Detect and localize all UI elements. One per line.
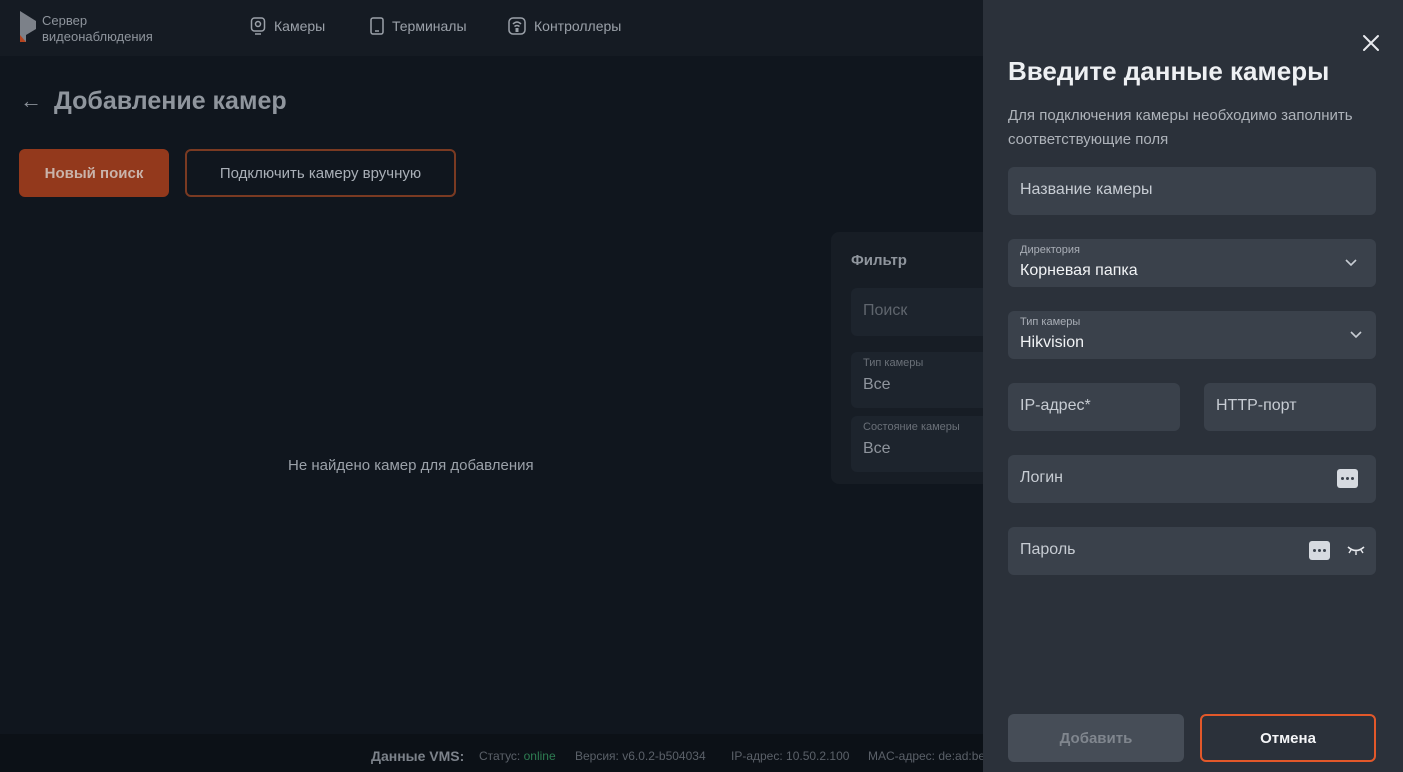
directory-value: Корневая папка (1020, 262, 1138, 279)
camera-type-label: Тип камеры (1020, 316, 1081, 328)
page-title: Добавление камер (54, 87, 287, 115)
add-button[interactable]: Добавить (1008, 714, 1184, 762)
panel-description: Для подключения камеры необходимо заполн… (1008, 107, 1353, 148)
terminal-icon (370, 17, 384, 35)
back-arrow-icon[interactable]: ← (20, 86, 42, 116)
manual-connect-button[interactable]: Подключить камеру вручную (185, 149, 456, 197)
filter-camera-type-value: Все (863, 376, 891, 393)
camera-name-field[interactable]: Название камеры (1008, 167, 1376, 215)
nav-label-controllers: Контроллеры (534, 18, 622, 34)
ip-address-placeholder: IP-адрес* (1020, 397, 1091, 414)
logo[interactable]: Сервер видеонаблюдения (18, 9, 178, 49)
http-port-placeholder: HTTP-порт (1216, 397, 1297, 414)
camera-icon (250, 17, 266, 35)
nav-item-cameras[interactable]: Камеры (250, 17, 325, 35)
login-field[interactable]: Логин (1008, 455, 1376, 503)
filter-camera-state-value: Все (863, 440, 891, 457)
status-text: Статус: online (479, 749, 556, 763)
login-placeholder: Логин (1020, 469, 1064, 486)
status-value: online (523, 749, 556, 763)
eye-closed-icon[interactable] (1346, 543, 1366, 557)
nav-label-terminals: Терминалы (392, 18, 467, 34)
camera-type-value: Hikvision (1020, 334, 1085, 351)
ip-text: IP-адрес: 10.50.2.100 (731, 749, 850, 763)
nav-item-terminals[interactable]: Терминалы (370, 17, 467, 35)
status-label: Статус: (479, 749, 521, 763)
close-icon[interactable] (1362, 34, 1380, 52)
directory-label: Директория (1020, 244, 1081, 256)
chevron-down-icon (1350, 331, 1362, 339)
camera-name-placeholder: Название камеры (1020, 181, 1153, 198)
password-placeholder: Пароль (1020, 541, 1076, 558)
filter-camera-state-label: Состояние камеры (863, 421, 960, 433)
ip-address-field[interactable]: IP-адрес* (1008, 383, 1180, 431)
logo-line-2: видеонаблюдения (42, 29, 153, 44)
nav-item-controllers[interactable]: Контроллеры (508, 17, 621, 35)
camera-type-select[interactable]: Тип камеры Hikvision (1008, 311, 1376, 359)
filter-title: Фильтр (851, 252, 907, 269)
logo-line-1: Сервер (42, 13, 88, 28)
password-field[interactable]: Пароль (1008, 527, 1376, 575)
vms-label: Данные VMS: (371, 748, 465, 764)
filter-camera-type-label: Тип камеры (863, 357, 924, 369)
logo-text: Сервер видеонаблюдения (42, 13, 153, 45)
logo-icon (20, 11, 36, 42)
panel-title: Введите данные камеры (1008, 56, 1330, 86)
directory-select[interactable]: Директория Корневая папка (1008, 239, 1376, 287)
cancel-button[interactable]: Отмена (1200, 714, 1376, 762)
password-manager-icon[interactable] (1309, 541, 1330, 560)
nav-label-cameras: Камеры (274, 18, 326, 34)
controller-icon (508, 17, 526, 35)
http-port-field[interactable]: HTTP-порт (1204, 383, 1376, 431)
version-text: Версия: v6.0.2-b504034 (575, 749, 706, 763)
chevron-down-icon (1345, 259, 1357, 267)
mac-text: MAC-адрес: de:ad:be (868, 749, 986, 763)
password-manager-icon[interactable] (1337, 469, 1358, 488)
empty-state-message: Не найдено камер для добавления (288, 457, 534, 474)
new-search-button[interactable]: Новый поиск (19, 149, 169, 197)
page-header: ← Добавление камер (20, 86, 287, 116)
